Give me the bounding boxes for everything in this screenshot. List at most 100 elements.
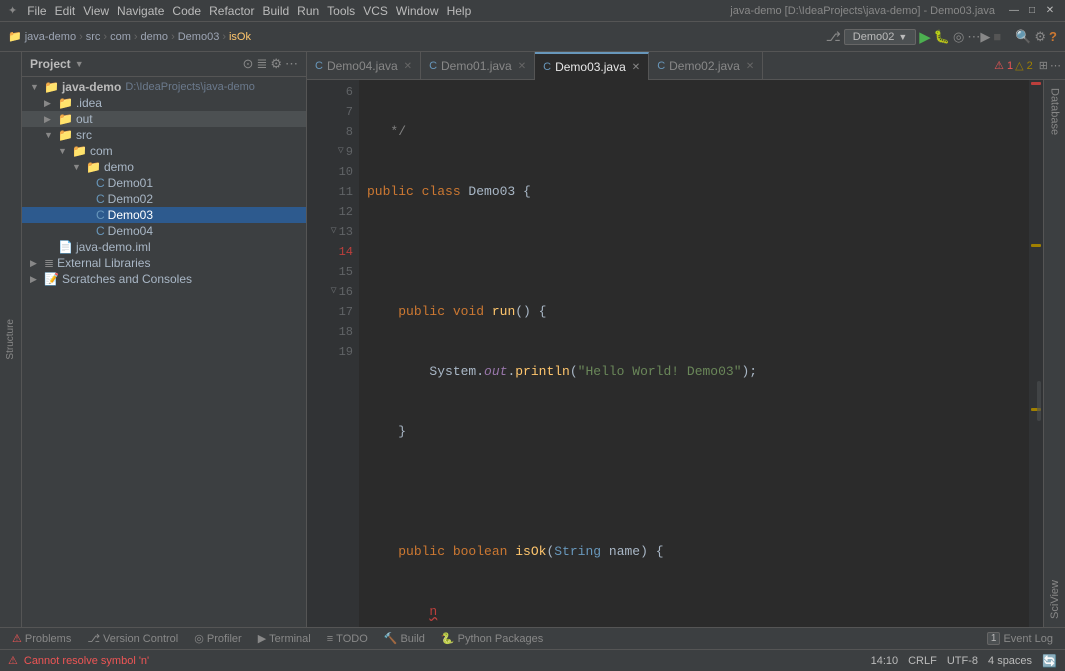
fold-icon-13[interactable]: ▽ xyxy=(331,222,337,242)
maximize-button[interactable]: □ xyxy=(1025,4,1039,18)
menu-tools[interactable]: Tools xyxy=(323,4,359,18)
tree-label-demo03: Demo03 xyxy=(108,208,153,222)
terminal-tab[interactable]: ▶ Terminal xyxy=(250,630,319,647)
title-bar: ✦ File Edit View Navigate Code Refactor … xyxy=(0,0,1065,22)
more-run-button[interactable]: ⋯▶ xyxy=(967,29,990,45)
bc-demo03[interactable]: Demo03 xyxy=(178,31,220,43)
menu-window[interactable]: Window xyxy=(392,4,443,18)
indent-setting[interactable]: 4 spaces xyxy=(988,655,1032,667)
todo-tab[interactable]: ≡ TODO xyxy=(319,631,376,647)
structure-label[interactable]: Structure xyxy=(5,319,16,360)
project-dropdown-icon[interactable]: ▼ xyxy=(75,59,84,69)
line-ending[interactable]: CRLF xyxy=(908,655,937,667)
stop-button[interactable]: ■ xyxy=(993,29,1001,44)
tree-item-iml[interactable]: 📄 java-demo.iml xyxy=(22,239,306,255)
error-count-badge[interactable]: ⚠ 1 xyxy=(994,59,1013,72)
tab-demo01[interactable]: C Demo01.java ✕ xyxy=(421,52,535,80)
project-folder-icon: 📁 xyxy=(44,80,59,94)
version-control-tab[interactable]: ⎇ Version Control xyxy=(79,630,186,647)
bc-java-demo[interactable]: java-demo xyxy=(25,31,76,43)
menu-view[interactable]: View xyxy=(79,4,113,18)
coverage-button[interactable]: ◎ xyxy=(953,29,964,45)
line-num-13: ▽ 13 xyxy=(331,222,353,242)
menu-help[interactable]: Help xyxy=(443,4,476,18)
fold-icon-16[interactable]: ▽ xyxy=(331,282,337,302)
menu-build[interactable]: Build xyxy=(258,4,293,18)
minimize-button[interactable]: — xyxy=(1007,4,1021,18)
tree-arrow-scratches: ▶ xyxy=(30,274,44,285)
bc-isok[interactable]: isOk xyxy=(229,31,251,43)
git-sync-icon[interactable]: 🔄 xyxy=(1042,654,1057,668)
tree-item-libraries[interactable]: ▶ ≣ External Libraries xyxy=(22,255,306,271)
menu-refactor[interactable]: Refactor xyxy=(205,4,258,18)
demo04-tab-close[interactable]: ✕ xyxy=(404,61,412,72)
bc-src[interactable]: src xyxy=(86,31,101,43)
file-encoding[interactable]: UTF-8 xyxy=(947,655,978,667)
tree-item-out[interactable]: ▶ 📁 out xyxy=(22,111,306,127)
warning-count-badge[interactable]: △ 2 xyxy=(1015,59,1033,72)
tree-item-java-demo[interactable]: ▼ 📁 java-demo D:\IdeaProjects\java-demo xyxy=(22,79,306,95)
collapse-all-icon[interactable]: ≣ xyxy=(256,56,267,72)
menu-edit[interactable]: Edit xyxy=(51,4,80,18)
scrollbar-thumb[interactable] xyxy=(1037,381,1041,421)
build-label: Build xyxy=(400,633,424,645)
more-tabs-icon[interactable]: ⋯ xyxy=(1050,59,1061,72)
python-packages-tab[interactable]: 🐍 Python Packages xyxy=(433,630,551,647)
code-editor[interactable]: */ public class Demo03 { public void run… xyxy=(359,80,1029,627)
code-line-14: n xyxy=(367,602,1029,622)
build-tab[interactable]: 🔨 Build xyxy=(376,630,433,647)
menu-file[interactable]: File xyxy=(23,4,50,18)
project-settings-icon[interactable]: ⚙ xyxy=(270,56,282,72)
more-options-icon[interactable]: ⋯ xyxy=(285,56,298,72)
demo02-tab-close[interactable]: ✕ xyxy=(746,61,754,72)
search-everywhere-button[interactable]: 🔍 xyxy=(1015,29,1031,45)
demo04-tab-label: Demo04.java xyxy=(327,59,398,73)
close-button[interactable]: ✕ xyxy=(1043,4,1057,18)
tree-item-com[interactable]: ▼ 📁 com xyxy=(22,143,306,159)
tree-label-demo02: Demo02 xyxy=(108,192,153,206)
tree-label-idea: .idea xyxy=(76,96,102,110)
tree-item-src[interactable]: ▼ 📁 src xyxy=(22,127,306,143)
sciview-panel-label[interactable]: SciView xyxy=(1049,580,1061,619)
vcs-tab-label: Version Control xyxy=(103,633,178,645)
bc-sep4: › xyxy=(171,31,175,43)
run-config-dropdown[interactable]: Demo02 ▼ xyxy=(844,29,917,45)
demo01-tab-close[interactable]: ✕ xyxy=(518,61,526,72)
tree-item-scratches[interactable]: ▶ 📝 Scratches and Consoles xyxy=(22,271,306,287)
locate-file-icon[interactable]: ⊙ xyxy=(243,56,254,72)
event-log-tab[interactable]: 1 Event Log xyxy=(979,630,1061,647)
tree-item-demo03[interactable]: C Demo03 xyxy=(22,207,306,223)
profiler-tab[interactable]: ◎ Profiler xyxy=(186,630,249,647)
vcs-icon[interactable]: ⎇ xyxy=(826,29,841,45)
menu-code[interactable]: Code xyxy=(168,4,205,18)
tree-item-demo04[interactable]: C Demo04 xyxy=(22,223,306,239)
tree-item-idea[interactable]: ▶ 📁 .idea xyxy=(22,95,306,111)
demo03-tab-close[interactable]: ✕ xyxy=(632,62,640,73)
src-folder-icon: 📁 xyxy=(58,128,73,142)
tree-item-demo[interactable]: ▼ 📁 demo xyxy=(22,159,306,175)
fold-expand-icon[interactable]: ⊞ xyxy=(1039,59,1048,72)
fold-icon-9[interactable]: ▽ xyxy=(338,142,344,162)
tab-demo03[interactable]: C Demo03.java ✕ xyxy=(535,52,649,80)
tab-demo04[interactable]: C Demo04.java ✕ xyxy=(307,52,421,80)
settings-button[interactable]: ⚙ xyxy=(1034,29,1046,45)
libraries-icon: ≣ xyxy=(44,256,54,270)
com-folder-icon: 📁 xyxy=(72,144,87,158)
todo-label: TODO xyxy=(336,633,368,645)
debug-button[interactable]: 🐛 xyxy=(934,29,950,45)
database-panel-label[interactable]: Database xyxy=(1049,88,1061,135)
tab-demo02[interactable]: C Demo02.java ✕ xyxy=(649,52,763,80)
bc-demo[interactable]: demo xyxy=(141,31,169,43)
menu-vcs[interactable]: VCS xyxy=(359,4,392,18)
tree-item-demo02[interactable]: C Demo02 xyxy=(22,191,306,207)
menu-run[interactable]: Run xyxy=(293,4,323,18)
bc-com[interactable]: com xyxy=(110,31,131,43)
help-button[interactable]: ? xyxy=(1049,29,1057,44)
tree-label-java-demo: java-demo xyxy=(62,80,121,94)
run-button[interactable]: ▶ xyxy=(919,28,931,46)
cursor-position[interactable]: 14:10 xyxy=(871,655,899,667)
tree-arrow-idea: ▶ xyxy=(44,98,58,109)
problems-tab[interactable]: ⚠ Problems xyxy=(4,630,79,647)
menu-navigate[interactable]: Navigate xyxy=(113,4,168,18)
tree-item-demo01[interactable]: C Demo01 xyxy=(22,175,306,191)
